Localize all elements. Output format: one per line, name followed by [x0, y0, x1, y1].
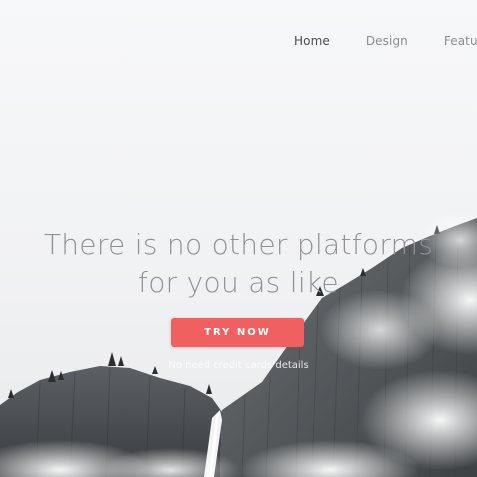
top-navigation: Home Design Feature — [294, 34, 477, 48]
headline-line-1: There is no other platforms — [43, 227, 434, 261]
subnote-text: No need credit cards details — [168, 360, 309, 371]
nav-item-home[interactable]: Home — [294, 34, 330, 48]
headline-line-2: for you as like — [138, 265, 339, 299]
hero-section: Home Design Feature There is no other pl… — [0, 0, 477, 477]
hero-headline: There is no other platforms for you as l… — [0, 226, 477, 302]
nav-item-feature[interactable]: Feature — [444, 34, 477, 48]
nav-item-design[interactable]: Design — [366, 34, 408, 48]
try-now-button[interactable]: TRY NOW — [171, 318, 304, 347]
